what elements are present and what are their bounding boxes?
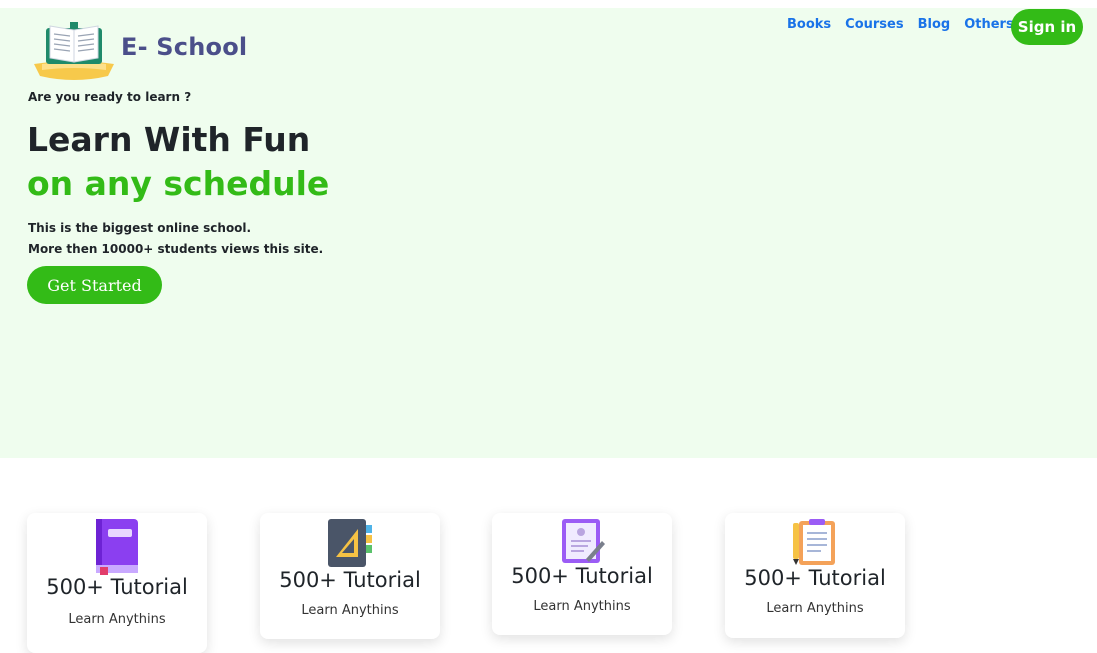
card-subtitle: Learn Anythins	[68, 612, 166, 627]
hero-subtitle: on any schedule	[27, 164, 330, 203]
feature-card[interactable]: 500+ Tutorial Learn Anythins	[725, 513, 905, 638]
main-nav: Books Courses Blog Others	[780, 17, 1014, 32]
card-title: 500+ Tutorial	[511, 564, 653, 588]
feature-card[interactable]: 500+ Tutorial Learn Anythins	[260, 513, 440, 639]
get-started-button[interactable]: Get Started	[27, 266, 162, 304]
feature-card[interactable]: 500+ Tutorial Learn Anythins	[27, 513, 207, 653]
hero-title: Learn With Fun	[27, 120, 311, 159]
nav-item-books[interactable]: Books	[787, 17, 831, 32]
card-subtitle: Learn Anythins	[301, 603, 399, 618]
document-pen-icon	[558, 517, 606, 569]
nav-item-courses[interactable]: Courses	[845, 17, 903, 32]
hero-description-line-2: More then 10000+ students views this sit…	[28, 242, 324, 256]
brand-name[interactable]: E- School	[121, 33, 247, 61]
hero-eyebrow: Are you ready to learn ?	[28, 90, 192, 104]
notebook-ruler-icon	[326, 517, 374, 573]
purple-book-icon	[94, 517, 140, 579]
card-title: 500+ Tutorial	[46, 575, 188, 599]
hero-description: This is the biggest online school. More …	[28, 218, 323, 260]
card-title: 500+ Tutorial	[744, 566, 886, 590]
nav-item-blog[interactable]: Blog	[918, 17, 951, 32]
feature-card[interactable]: 500+ Tutorial Learn Anythins	[492, 513, 672, 635]
card-subtitle: Learn Anythins	[533, 599, 631, 614]
sign-in-button[interactable]: Sign in	[1011, 9, 1083, 45]
clipboard-pen-icon	[791, 517, 839, 571]
card-subtitle: Learn Anythins	[766, 601, 864, 616]
nav-item-others[interactable]: Others	[964, 17, 1014, 32]
hero-description-line-1: This is the biggest online school.	[28, 221, 252, 235]
school-logo-icon[interactable]	[32, 14, 116, 82]
card-title: 500+ Tutorial	[279, 568, 421, 592]
